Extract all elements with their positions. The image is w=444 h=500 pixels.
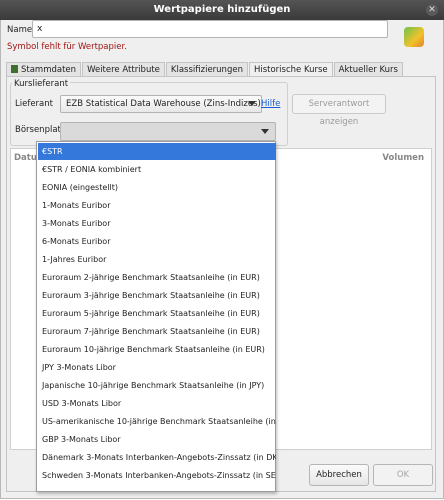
- dropdown-option[interactable]: Dänemark 3-Monats Interbanken-Angebots-Z…: [38, 449, 276, 466]
- name-label: Name: [7, 25, 33, 35]
- title-bar: Wertpapiere hinzufügen ✕: [0, 0, 444, 20]
- dropdown-option[interactable]: Euroraum 3-jährige Benchmark Staatsanlei…: [38, 287, 276, 304]
- dropdown-option[interactable]: Euroraum 2-jährige Benchmark Staatsanlei…: [38, 269, 276, 286]
- chart-logo-icon: [404, 27, 424, 47]
- dropdown-option[interactable]: 1-Jahres Euribor: [38, 251, 276, 268]
- dropdown-option[interactable]: Schweden 3-Monats Interbanken-Angebots-Z…: [38, 467, 276, 484]
- dropdown-option[interactable]: 1-Monats Euribor: [38, 197, 276, 214]
- help-link[interactable]: Hilfe: [261, 99, 280, 109]
- boersenplatz-label: Börsenplatz: [15, 125, 66, 135]
- document-icon: [11, 65, 18, 73]
- cancel-button[interactable]: Abbrechen: [309, 464, 369, 486]
- lieferant-label: Lieferant: [15, 99, 53, 109]
- boersenplatz-select[interactable]: [60, 122, 276, 141]
- dropdown-option[interactable]: Euroraum 10-jährige Benchmark Staatsanle…: [38, 341, 276, 358]
- chevron-down-icon: [248, 101, 256, 106]
- tab-stammdaten[interactable]: Stammdaten: [6, 62, 82, 77]
- window-title: Wertpapiere hinzufügen: [153, 4, 291, 15]
- lieferant-value: EZB Statistical Data Warehouse (Zins-Ind…: [66, 99, 261, 109]
- dropdown-option[interactable]: 3-Monats Euribor: [38, 215, 276, 232]
- dropdown-option[interactable]: EONIA (eingestellt): [38, 179, 276, 196]
- group-title: Kurslieferant: [12, 79, 71, 89]
- boersenplatz-dropdown[interactable]: €STR €STR / EONIA kombiniert EONIA (eing…: [36, 141, 276, 492]
- tab-klassifizierungen[interactable]: Klassifizierungen: [165, 62, 248, 77]
- name-input[interactable]: x: [32, 20, 388, 38]
- tab-weitere-attribute[interactable]: Weitere Attribute: [82, 62, 165, 77]
- dropdown-option[interactable]: US-amerikanische 10-jährige Benchmark St…: [38, 413, 276, 430]
- dropdown-option[interactable]: €STR / EONIA kombiniert: [38, 161, 276, 178]
- dropdown-option[interactable]: €STR: [38, 143, 276, 160]
- column-volumen[interactable]: Volumen: [382, 153, 424, 163]
- dropdown-option[interactable]: GBP 3-Monats Libor: [38, 431, 276, 448]
- dropdown-option[interactable]: Euroraum 5-jährige Benchmark Staatsanlei…: [38, 305, 276, 322]
- tab-bar: Stammdaten Weitere Attribute Klassifizie…: [6, 62, 404, 77]
- server-response-button[interactable]: Serverantwort anzeigen: [292, 94, 386, 127]
- ok-button[interactable]: OK: [373, 464, 433, 486]
- dropdown-option[interactable]: JPY 3-Monats Libor: [38, 359, 276, 376]
- dropdown-option[interactable]: USD 3-Monats Libor: [38, 395, 276, 412]
- lieferant-select[interactable]: EZB Statistical Data Warehouse (Zins-Ind…: [60, 95, 262, 113]
- chevron-down-icon: [261, 129, 269, 134]
- dropdown-option[interactable]: Japanische 10-jährige Benchmark Staatsan…: [38, 377, 276, 394]
- tab-label: Stammdaten: [21, 65, 77, 75]
- dropdown-option[interactable]: Euroraum 7-jährige Benchmark Staatsanlei…: [38, 323, 276, 340]
- tab-aktueller-kurs[interactable]: Aktueller Kurs: [333, 62, 403, 77]
- error-message: Symbol fehlt für Wertpapier.: [7, 42, 127, 52]
- dropdown-option[interactable]: 6-Monats Euribor: [38, 233, 276, 250]
- close-icon[interactable]: ✕: [426, 4, 438, 16]
- tab-historische-kurse[interactable]: Historische Kurse: [248, 62, 333, 77]
